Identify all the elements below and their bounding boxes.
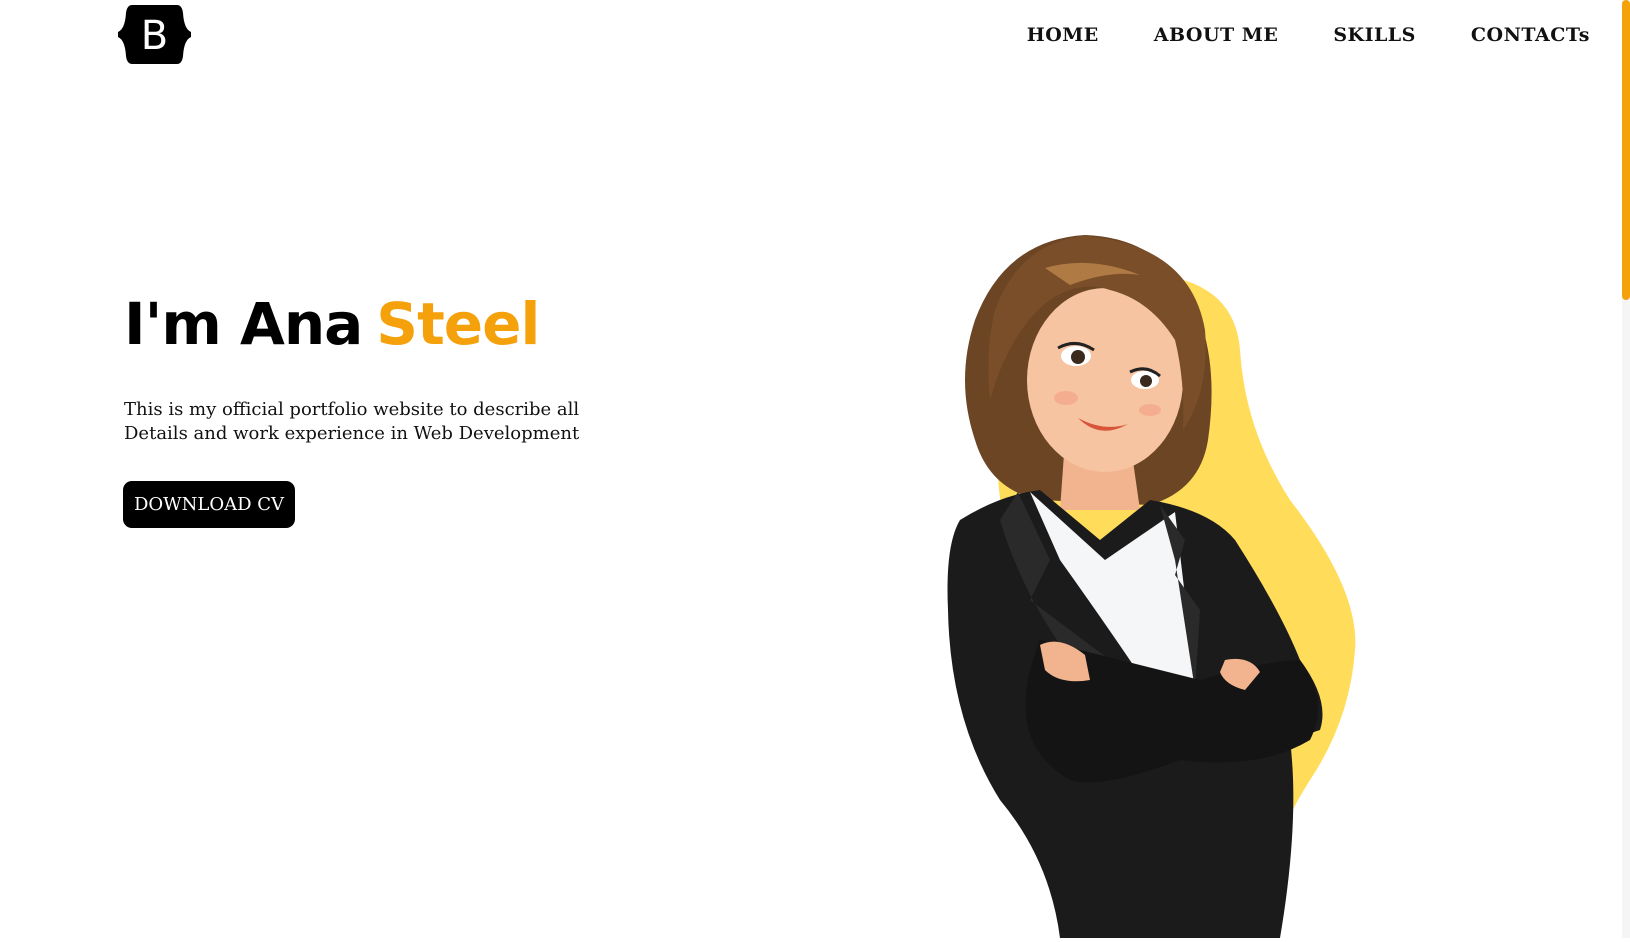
nav-contacts-link[interactable]: CONTACTs [1471, 24, 1590, 46]
businesswoman-illustration [900, 220, 1400, 942]
logo[interactable]: B [118, 5, 191, 64]
hero-title: I'm Ana Steel [124, 290, 540, 358]
nav-skills-link[interactable]: SKILLS [1333, 24, 1416, 46]
hero-title-name: I'm Ana [124, 290, 363, 358]
scrollbar-thumb[interactable] [1622, 0, 1630, 300]
bootstrap-logo-icon: B [118, 5, 191, 64]
svg-text:B: B [141, 13, 168, 59]
hero-description: This is my official portfolio website to… [124, 399, 580, 444]
scrollbar-track[interactable] [1622, 0, 1630, 938]
nav-home-link[interactable]: HOME [1027, 24, 1099, 46]
main-nav: HOME ABOUT ME SKILLS CONTACTs [972, 24, 1590, 46]
download-cv-button[interactable]: DOWNLOAD CV [123, 481, 295, 528]
hero-title-accent: Steel [376, 290, 540, 358]
nav-about-link[interactable]: ABOUT ME [1154, 24, 1279, 46]
